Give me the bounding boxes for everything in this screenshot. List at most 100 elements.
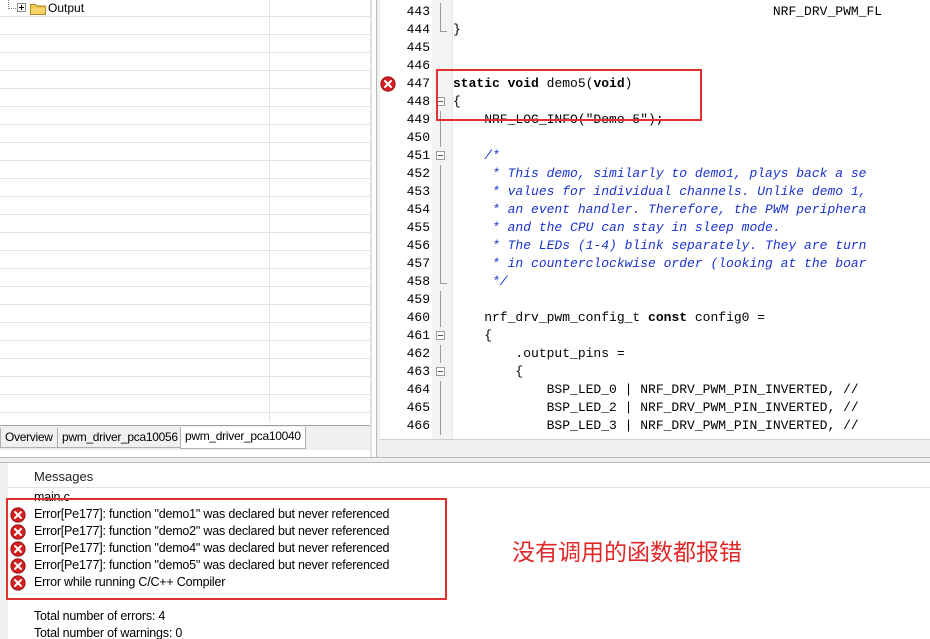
summary-row[interactable]: Total number of errors: 4	[8, 608, 608, 625]
line-number: 457	[406, 256, 430, 271]
summary-errors: Total number of errors: 4	[34, 609, 166, 623]
fold-line	[440, 399, 441, 417]
workspace-tabs: Overview pwm_driver_pca10056 pwm_driver_…	[0, 425, 372, 450]
fold-line	[440, 129, 441, 147]
tab-pwm-driver-pca10056[interactable]: pwm_driver_pca10056	[57, 428, 183, 448]
code-line[interactable]: 455 * and the CPU can stay in sleep mode…	[380, 219, 930, 237]
code-line[interactable]: 458 */	[380, 273, 930, 291]
code-line[interactable]: 451 /*	[380, 147, 930, 165]
line-number: 454	[406, 202, 430, 217]
code-line[interactable]: 450	[380, 129, 930, 147]
code-line[interactable]: 466 BSP_LED_3 | NRF_DRV_PWM_PIN_INVERTED…	[380, 417, 930, 435]
code-text: NRF_DRV_PWM_FL	[453, 4, 883, 19]
code-line[interactable]: 452 * This demo, similarly to demo1, pla…	[380, 165, 930, 183]
annotation-text: 没有调用的函数都报错	[512, 540, 742, 566]
line-number: 460	[406, 310, 430, 325]
code-line[interactable]: 465 BSP_LED_2 | NRF_DRV_PWM_PIN_INVERTED…	[380, 399, 930, 417]
code-text: * in counterclockwise order (looking at …	[453, 256, 867, 271]
highlight-box-demo5	[436, 69, 702, 121]
code-line[interactable]: 445	[380, 39, 930, 57]
tree-item-label: Output	[48, 1, 85, 15]
code-line[interactable]: 443 NRF_DRV_PWM_FL	[380, 3, 930, 21]
code-editor[interactable]: 443 NRF_DRV_PWM_FL 444} 445 446 447 static vo…	[380, 0, 930, 439]
workspace-panel: Output Overview pwm_driver_pca10056 pwm_…	[0, 0, 372, 457]
fold-end-marker	[440, 21, 447, 32]
line-number: 461	[406, 328, 430, 343]
code-text: {	[453, 364, 524, 379]
line-number: 463	[406, 364, 430, 379]
line-number: 452	[406, 166, 430, 181]
code-text: /*	[453, 148, 500, 163]
line-number: 447	[406, 76, 430, 91]
code-line[interactable]: 456 * The LEDs (1-4) blink separately. T…	[380, 237, 930, 255]
code-line[interactable]: 457 * in counterclockwise order (looking…	[380, 255, 930, 273]
fold-line	[440, 3, 441, 21]
line-number: 455	[406, 220, 430, 235]
line-number: 462	[406, 346, 430, 361]
code-text: * The LEDs (1-4) blink separately. They …	[453, 238, 867, 253]
line-number: 456	[406, 238, 430, 253]
line-number: 458	[406, 274, 430, 289]
collapse-minus-icon[interactable]	[436, 151, 445, 160]
workspace-tree: Output	[0, 0, 370, 422]
code-text: * This demo, similarly to demo1, plays b…	[453, 166, 867, 181]
fold-end-marker	[440, 273, 447, 284]
code-line[interactable]: 462 .output_pins =	[380, 345, 930, 363]
tab-pwm-driver-pca10040[interactable]: pwm_driver_pca10040	[180, 427, 306, 449]
code-text: */	[453, 274, 508, 289]
expand-plus-icon[interactable]	[17, 3, 26, 12]
code-text: .output_pins =	[453, 346, 625, 361]
line-number: 443	[406, 4, 430, 19]
fold-line	[440, 381, 441, 399]
messages-header[interactable]: Messages	[34, 469, 93, 484]
line-number: 446	[406, 58, 430, 73]
fold-line	[440, 345, 441, 363]
folder-icon	[30, 4, 46, 15]
fold-line	[440, 219, 441, 237]
header-divider	[8, 487, 930, 488]
fold-line	[440, 291, 441, 309]
code-text: nrf_drv_pwm_config_t const config0 =	[453, 310, 766, 325]
code-line[interactable]: 460 nrf_drv_pwm_config_t const config0 =	[380, 309, 930, 327]
line-number: 448	[406, 94, 430, 109]
code-text: {	[453, 328, 493, 343]
workspace-scrollbar[interactable]	[370, 0, 372, 457]
tree-connector-lines	[4, 0, 18, 17]
tree-item-output[interactable]: Output	[4, 0, 124, 17]
line-number: 453	[406, 184, 430, 199]
code-text: BSP_LED_3 | NRF_DRV_PWM_PIN_INVERTED, //	[453, 418, 859, 433]
fold-line	[440, 201, 441, 219]
line-number: 449	[406, 112, 430, 127]
collapse-minus-icon[interactable]	[436, 331, 445, 340]
code-line[interactable]: 444}	[380, 21, 930, 39]
code-line[interactable]: 464 BSP_LED_0 | NRF_DRV_PWM_PIN_INVERTED…	[380, 381, 930, 399]
fold-line	[440, 237, 441, 255]
code-line[interactable]: 459	[380, 291, 930, 309]
summary-row[interactable]: Total number of warnings: 0	[8, 625, 608, 639]
code-line[interactable]: 454 * an event handler. Therefore, the P…	[380, 201, 930, 219]
fold-line	[440, 417, 441, 435]
code-line[interactable]: 461 {	[380, 327, 930, 345]
tree-column-divider	[269, 0, 270, 422]
code-text: BSP_LED_2 | NRF_DRV_PWM_PIN_INVERTED, //	[453, 400, 859, 415]
line-number: 451	[406, 148, 430, 163]
highlight-box-errors	[6, 498, 447, 600]
line-number: 459	[406, 292, 430, 307]
fold-line	[440, 165, 441, 183]
code-text: * an event handler. Therefore, the PWM p…	[453, 202, 867, 217]
line-number: 464	[406, 382, 430, 397]
code-line[interactable]: 453 * values for individual channels. Un…	[380, 183, 930, 201]
tab-overview[interactable]: Overview	[0, 428, 58, 448]
code-text: * and the CPU can stay in sleep mode.	[453, 220, 781, 235]
messages-panel: Messages main.c Error[Pe177]: function "…	[0, 463, 930, 639]
collapse-minus-icon[interactable]	[436, 367, 445, 376]
editor-horizontal-scrollbar[interactable]	[380, 439, 930, 458]
line-number: 445	[406, 40, 430, 55]
code-line[interactable]: 463 {	[380, 363, 930, 381]
line-number: 444	[406, 22, 430, 37]
line-number: 465	[406, 400, 430, 415]
line-number: 466	[406, 418, 430, 433]
code-text: }	[453, 22, 461, 37]
code-text: * values for individual channels. Unlike…	[453, 184, 867, 199]
fold-line	[440, 309, 441, 327]
